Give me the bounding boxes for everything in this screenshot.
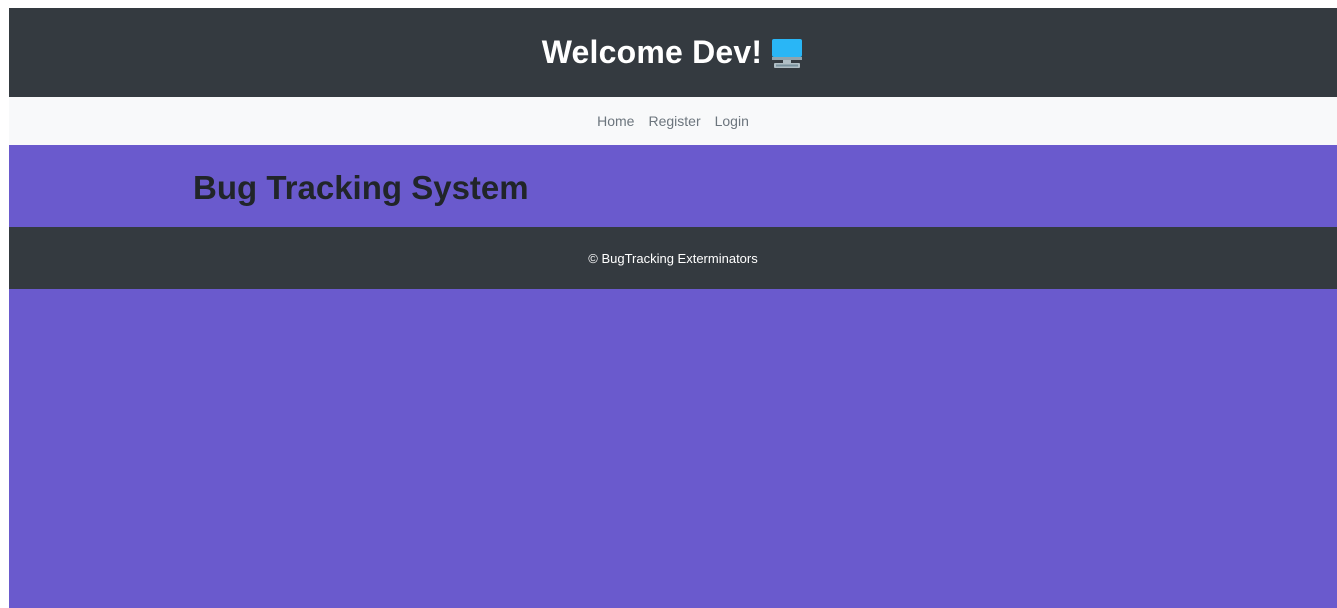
nav-link-register[interactable]: Register bbox=[648, 113, 700, 129]
content-area bbox=[9, 289, 1337, 608]
header-title: Welcome Dev! bbox=[541, 34, 763, 70]
site-footer: © BugTracking Exterminators bbox=[9, 227, 1337, 289]
nav-link-login[interactable]: Login bbox=[715, 113, 749, 129]
main-navbar: Home Register Login bbox=[9, 97, 1337, 145]
page-title: Bug Tracking System bbox=[193, 169, 529, 206]
hero-section: Bug Tracking System bbox=[9, 145, 1337, 227]
page: Welcome Dev! Home Register Login Bug Tra… bbox=[9, 8, 1337, 608]
site-header: Welcome Dev! bbox=[9, 8, 1337, 97]
footer-copyright: © BugTracking Exterminators bbox=[588, 250, 758, 266]
nav-link-home[interactable]: Home bbox=[597, 113, 634, 129]
computer-icon bbox=[770, 37, 804, 71]
